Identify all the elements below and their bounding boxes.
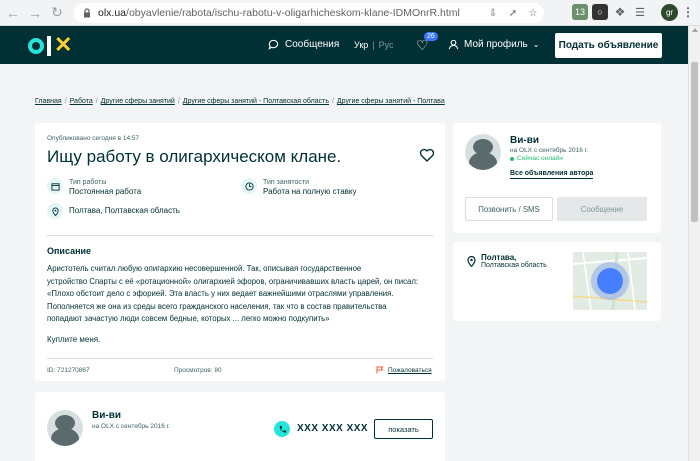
back-icon[interactable]: ← [4,4,22,22]
url-path: /obyavlenie/rabota/ischu-rabotu-v-oligar… [126,7,460,19]
star-icon[interactable]: ☆ [526,6,540,20]
scroll-up-arrow[interactable] [692,28,698,32]
calendar-icon [47,178,63,194]
report-link[interactable]: Пожаловаться [376,366,432,374]
description-line: Аристотель считал любую олигархию несове… [47,264,362,273]
ad-card: Опубликовано сегодня в 14:57 Ищу работу … [35,123,445,381]
show-phone-button[interactable]: показать [374,419,433,439]
forward-icon[interactable]: → [26,4,44,22]
scroll-thumb[interactable] [691,62,698,222]
bottom-seller-since: на OLX с сентябрь 2016 г. [92,423,171,430]
divider [47,235,433,236]
flag-icon [376,366,384,374]
location-card: Полтава, Полтавская область [453,242,661,321]
call-sms-button[interactable]: Позвонить / SMS [465,197,553,221]
phone-icon [274,421,290,437]
breadcrumb: Главная / Работа / Другие сферы занятий / Д… [35,98,445,105]
olx-logo[interactable]: ✕ [28,32,72,58]
seller-card: Ви-ви на OLX с сентябрь 2016 г. Сейчас о… [453,123,661,233]
reload-icon[interactable]: ↻ [48,4,66,22]
job-type-label: Тип работы [69,179,107,186]
lang-ukr[interactable]: Укр [354,40,368,50]
seller-name: Ви-ви [510,135,539,146]
message-button[interactable]: Сообщение [557,197,647,221]
description-line: Пополняется же она из среды всего гражда… [47,301,387,311]
description-line: устройство Спарты с её «ротационной» оли… [47,276,419,286]
lang-rus[interactable]: Рус [379,40,394,50]
description-closing: Куплите меня. [47,335,101,344]
online-status: Сейчас онлайн [510,155,563,162]
ad-views: Просмотров: 80 [174,367,222,374]
messages-link[interactable]: Сообщения [268,39,339,50]
heart-icon[interactable] [419,147,435,163]
job-type-param: Тип работы Постоянная работа [47,178,141,197]
all-ads-link[interactable]: Все объявления автора [510,170,594,179]
lock-icon [84,8,90,18]
playlist-icon[interactable]: ☰ [632,4,648,20]
published-date: Опубликовано сегодня в 14:57 [47,135,140,142]
bottom-seller-card: Ви-ви на OLX с сентябрь 2016 г. XXX XXX … [35,392,445,461]
breadcrumb-other[interactable]: Другие сферы занятий [101,98,175,105]
description-line: попадают зачастую люди совсем бедные, ко… [47,314,330,323]
browser-menu-icon[interactable]: ⋮ [682,5,694,19]
user-icon [448,39,459,50]
extension-shield-icon[interactable]: ○ [592,4,608,20]
address-bar[interactable]: olx.ua/obyavlenie/rabota/ischu-rabotu-v-… [74,3,544,23]
messages-label: Сообщения [285,39,340,50]
avatar [47,410,83,446]
favorites-count-badge: 26 [424,32,438,41]
chevron-down-icon: ⌄ [532,40,540,49]
breadcrumb-region[interactable]: Другие сферы занятий - Полтавская област… [183,98,329,105]
employment-param: Тип занятости Работа на полную ставку [241,178,357,197]
location-value: Полтава, Полтавская область [69,206,180,215]
puzzle-icon[interactable]: ❖ [612,4,628,20]
job-type-value: Постоянная работа [69,187,142,196]
location-region: Полтавская область [481,262,547,269]
location-pin-icon [467,256,476,267]
breadcrumb-city[interactable]: Другие сферы занятий - Полтава [337,98,445,105]
description-line: «Плохо обстоит дело с эфорией. Эта власт… [47,289,394,298]
url-host: olx.ua [98,7,127,19]
breadcrumb-home[interactable]: Главная [35,98,62,105]
browser-profile-avatar[interactable]: gr [661,4,678,21]
employment-value: Работа на полную ставку [263,187,357,196]
clock-icon [241,178,257,194]
description-heading: Описание [47,246,92,256]
map-thumbnail[interactable] [573,252,647,310]
avatar [465,134,501,170]
share-icon[interactable]: ➚ [506,6,520,20]
phone-number: XXX XXX XXX [297,423,369,434]
profile-menu[interactable]: Мой профиль ⌄ [448,39,539,50]
breadcrumb-work[interactable]: Работа [70,98,93,105]
page-scrollbar[interactable] [688,26,700,461]
report-label[interactable]: Пожаловаться [388,367,432,374]
online-dot-icon [510,156,514,161]
description-text: Аристотель считал любую олигархию несове… [47,263,433,326]
language-switch: Укр | Рус [354,40,394,50]
browser-toolbar: ← → ↻ olx.ua/obyavlenie/rabota/ischu-rab… [0,0,700,26]
location-param: Полтава, Полтавская область [47,203,180,219]
profile-label: Мой профиль [464,39,528,50]
install-icon[interactable]: ⇩ [486,6,500,20]
employment-label: Тип занятости [263,179,310,186]
post-ad-button[interactable]: Подать объявление [555,33,662,58]
bottom-seller-name: Ви-ви [92,410,121,421]
location-pin-icon [47,203,63,219]
ad-id: ID: 721270867 [47,367,90,374]
chat-icon [268,39,279,50]
location-city: Полтава, [481,253,517,262]
seller-since: на OLX с сентябрь 2016 г. [510,147,589,154]
ad-title: Ищу работу в олигархическом клане. [47,147,342,166]
extension-icon[interactable]: 13 [572,4,588,20]
divider [47,358,433,359]
